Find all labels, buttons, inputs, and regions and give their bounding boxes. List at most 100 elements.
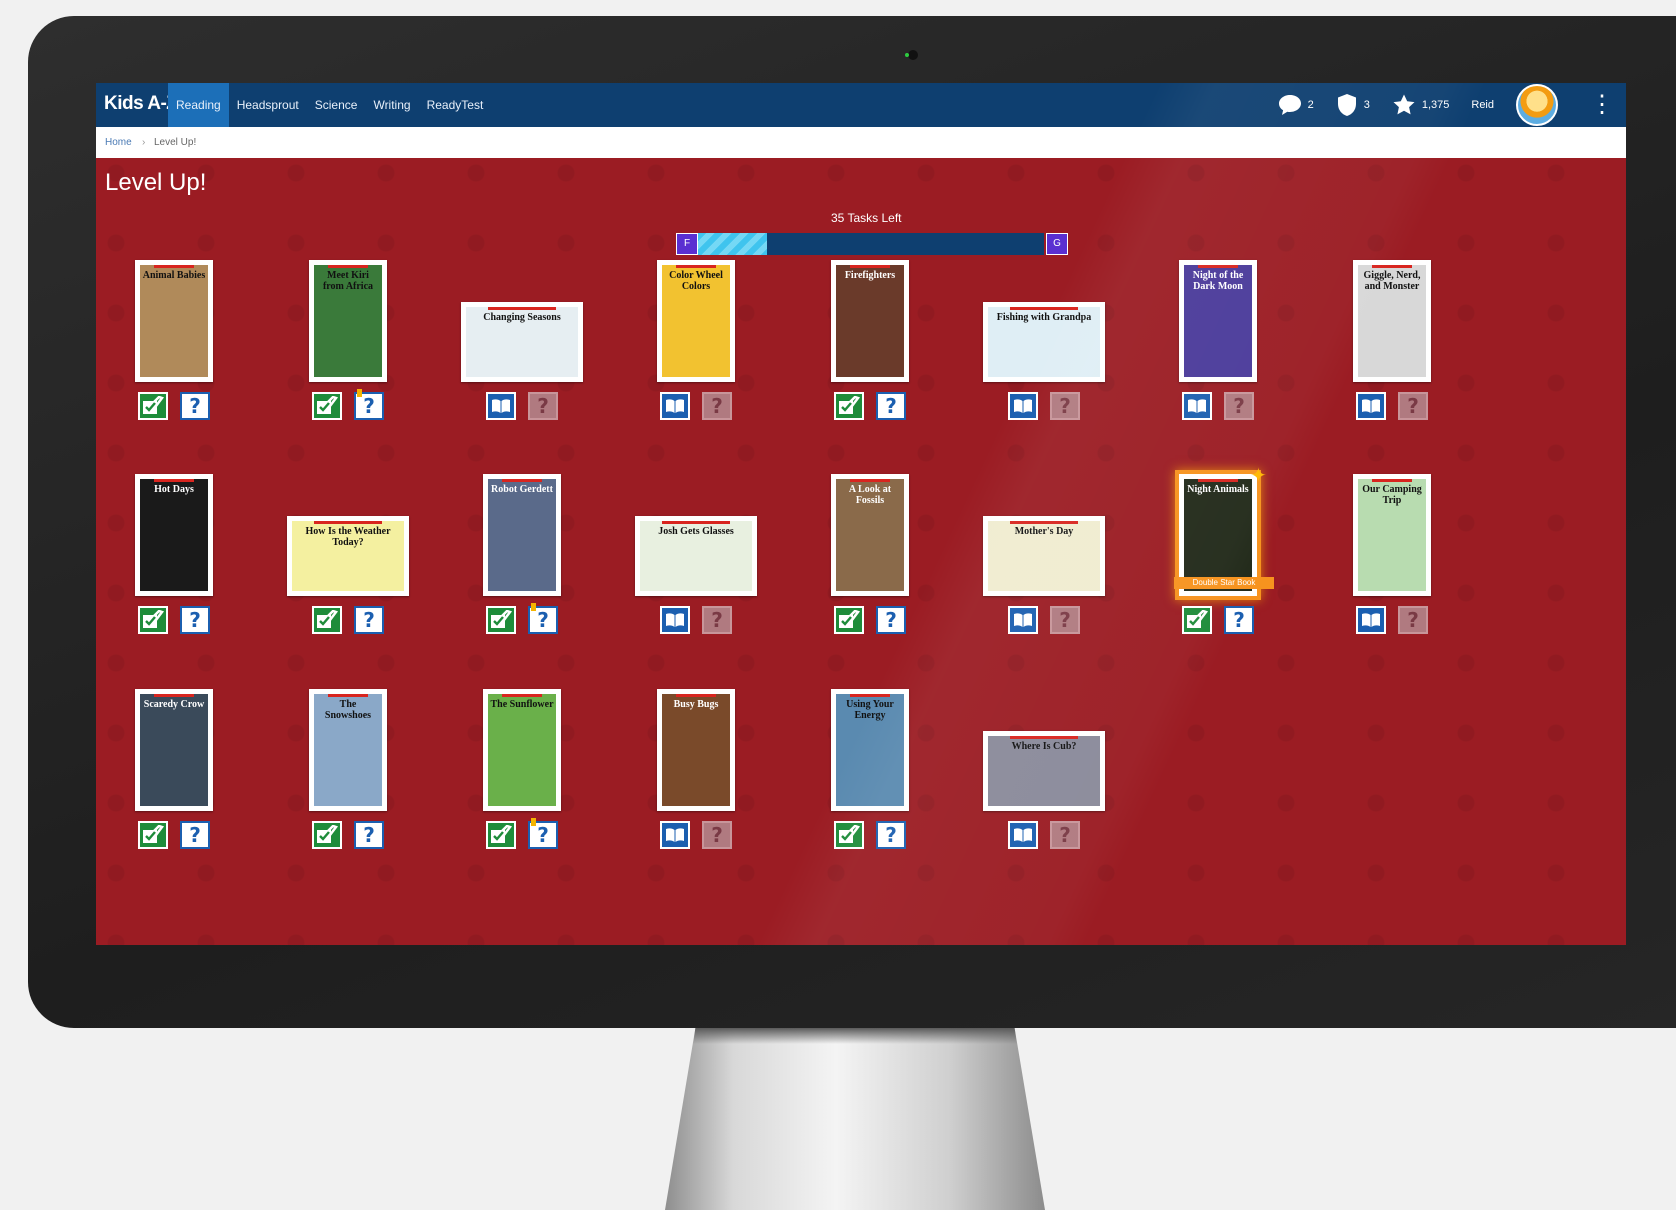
- nav-item-headsprout[interactable]: Headsprout: [229, 83, 307, 127]
- book-cover[interactable]: Meet Kiri from Africa: [309, 260, 387, 382]
- page-title: Level Up!: [105, 169, 207, 196]
- quiz-button[interactable]: ?: [354, 821, 384, 849]
- book-actions: ?: [1008, 606, 1080, 634]
- nav-item-readytest[interactable]: ReadyTest: [419, 83, 492, 127]
- quiz-button[interactable]: ?: [1398, 392, 1428, 420]
- quiz-button[interactable]: ?: [354, 606, 384, 634]
- top-navigation-bar: Kids A-Z Reading Headsprout Science Writing…: [96, 83, 1626, 127]
- quiz-button[interactable]: ?: [876, 392, 906, 420]
- read-complete-button[interactable]: [138, 821, 168, 849]
- read-complete-button[interactable]: [312, 606, 342, 634]
- question-icon: ?: [885, 394, 897, 418]
- quiz-button[interactable]: ?: [1224, 392, 1254, 420]
- read-complete-button[interactable]: [1182, 606, 1212, 634]
- book-cover-art: Robot Gerdett: [488, 479, 556, 591]
- read-complete-button[interactable]: [138, 606, 168, 634]
- quiz-button[interactable]: ?: [528, 392, 558, 420]
- read-book-button[interactable]: [1008, 392, 1038, 420]
- read-book-button[interactable]: [660, 821, 690, 849]
- book-cover[interactable]: Night of the Dark Moon: [1179, 260, 1257, 382]
- user-name[interactable]: Reid: [1471, 99, 1494, 111]
- nav-item-writing[interactable]: Writing: [365, 83, 418, 127]
- book-cover[interactable]: Firefighters: [831, 260, 909, 382]
- read-complete-button[interactable]: [486, 821, 516, 849]
- read-book-button[interactable]: [660, 606, 690, 634]
- quiz-button[interactable]: ?: [702, 606, 732, 634]
- book-cover[interactable]: Fishing with Grandpa: [983, 302, 1105, 382]
- open-book-icon: [666, 613, 684, 627]
- main-nav: Reading Headsprout Science Writing ReadyTest: [168, 83, 491, 127]
- open-book-icon: [1014, 828, 1032, 842]
- kids-az-logo[interactable]: Kids A-Z: [104, 93, 178, 115]
- book-cover[interactable]: Josh Gets Glasses: [635, 516, 757, 596]
- book-cover[interactable]: Changing Seasons: [461, 302, 583, 382]
- quiz-button[interactable]: ?: [1050, 606, 1080, 634]
- read-book-button[interactable]: [1008, 821, 1038, 849]
- quiz-button[interactable]: ?: [876, 606, 906, 634]
- read-complete-button[interactable]: [312, 392, 342, 420]
- check-book-icon: [143, 610, 165, 628]
- cover-header-bar: [327, 265, 369, 268]
- read-complete-button[interactable]: [834, 606, 864, 634]
- quiz-button[interactable]: ?: [1050, 821, 1080, 849]
- breadcrumb-home[interactable]: Home: [105, 137, 132, 148]
- shields-button[interactable]: 3: [1336, 93, 1370, 117]
- read-complete-button[interactable]: [834, 821, 864, 849]
- book-cover[interactable]: Color Wheel Colors: [657, 260, 735, 382]
- stars-button[interactable]: 1,375: [1392, 93, 1449, 117]
- quiz-button[interactable]: ?: [702, 392, 732, 420]
- question-icon: ?: [885, 823, 897, 847]
- messages-button[interactable]: 2: [1278, 94, 1314, 116]
- avatar[interactable]: [1516, 84, 1558, 126]
- more-menu-icon[interactable]: ⋮: [1590, 93, 1614, 117]
- book-cover[interactable]: How Is the Weather Today?: [287, 516, 409, 596]
- quiz-button[interactable]: ?: [702, 821, 732, 849]
- book-cover[interactable]: Our Camping Trip: [1353, 474, 1431, 596]
- book-cover[interactable]: Busy Bugs: [657, 689, 735, 811]
- quiz-button[interactable]: ?: [1224, 606, 1254, 634]
- book-cover[interactable]: Using Your Energy: [831, 689, 909, 811]
- book-cover[interactable]: Where Is Cub?: [983, 731, 1105, 811]
- read-complete-button[interactable]: [486, 606, 516, 634]
- nav-item-science[interactable]: Science: [307, 83, 366, 127]
- quiz-button[interactable]: ?: [528, 603, 558, 634]
- book-cover[interactable]: The Sunflower: [483, 689, 561, 811]
- book-cover[interactable]: Robot Gerdett: [483, 474, 561, 596]
- book-actions: ?: [834, 392, 906, 420]
- quiz-button[interactable]: ?: [180, 821, 210, 849]
- quiz-button[interactable]: ?: [1398, 606, 1428, 634]
- question-icon: ?: [1407, 394, 1419, 418]
- book-cover-art: Hot Days: [140, 479, 208, 591]
- quiz-button[interactable]: ?: [876, 821, 906, 849]
- quiz-button[interactable]: ?: [1050, 392, 1080, 420]
- quiz-button[interactable]: ?: [354, 389, 384, 420]
- question-icon: ?: [363, 394, 375, 418]
- quiz-button[interactable]: ?: [180, 606, 210, 634]
- read-complete-button[interactable]: [834, 392, 864, 420]
- book-cover[interactable]: Animal Babies: [135, 260, 213, 382]
- read-book-button[interactable]: [1182, 392, 1212, 420]
- read-book-button[interactable]: [1356, 606, 1386, 634]
- nav-item-reading[interactable]: Reading: [168, 83, 229, 127]
- check-book-icon: [491, 825, 513, 843]
- question-icon: ?: [711, 823, 723, 847]
- check-book-icon: [143, 396, 165, 414]
- quiz-button[interactable]: ?: [180, 392, 210, 420]
- read-book-button[interactable]: [1356, 392, 1386, 420]
- read-book-button[interactable]: [660, 392, 690, 420]
- flag-icon: [531, 603, 536, 611]
- read-complete-button[interactable]: [312, 821, 342, 849]
- read-book-button[interactable]: [486, 392, 516, 420]
- book-cover[interactable]: Hot Days: [135, 474, 213, 596]
- book-cover[interactable]: A Look at Fossils: [831, 474, 909, 596]
- book-cover[interactable]: Giggle, Nerd, and Monster: [1353, 260, 1431, 382]
- question-icon: ?: [363, 608, 375, 632]
- book-cover[interactable]: The Snowshoes: [309, 689, 387, 811]
- book-cover[interactable]: Scaredy Crow: [135, 689, 213, 811]
- question-icon: ?: [537, 823, 549, 847]
- book-cover[interactable]: Night Animals Double Star Book ✦: [1174, 466, 1274, 596]
- quiz-button[interactable]: ?: [528, 818, 558, 849]
- book-cover[interactable]: Mother's Day: [983, 516, 1105, 596]
- read-book-button[interactable]: [1008, 606, 1038, 634]
- read-complete-button[interactable]: [138, 392, 168, 420]
